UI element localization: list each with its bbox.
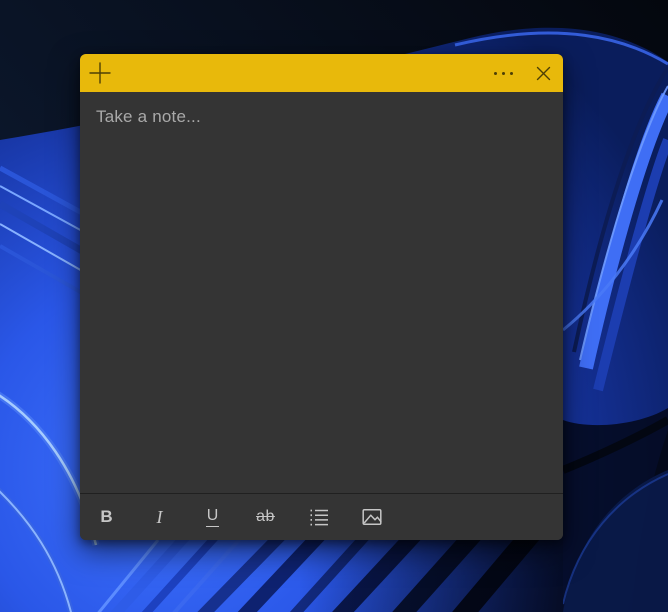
bold-button[interactable]: B (80, 497, 133, 537)
italic-button[interactable]: I (133, 497, 186, 537)
plus-icon (89, 62, 111, 84)
bullet-list-button[interactable] (292, 497, 345, 537)
note-editor[interactable]: Take a note... (80, 92, 563, 493)
desktop: Take a note... B I U ab (0, 0, 668, 612)
image-icon (361, 509, 382, 525)
note-placeholder: Take a note... (96, 107, 201, 126)
new-note-button[interactable] (80, 54, 120, 92)
underline-icon: U (205, 507, 220, 527)
formatting-toolbar: B I U ab (80, 493, 563, 540)
strikethrough-icon: ab (256, 508, 275, 525)
close-note-button[interactable] (523, 54, 563, 92)
bullet-list-icon (310, 509, 328, 526)
titlebar-drag-area[interactable] (120, 54, 483, 92)
menu-button[interactable] (483, 54, 523, 92)
add-image-button[interactable] (345, 497, 398, 537)
note-titlebar[interactable] (80, 54, 563, 92)
underline-button[interactable]: U (186, 497, 239, 537)
italic-icon: I (156, 506, 163, 527)
sticky-note-window: Take a note... B I U ab (80, 54, 563, 540)
strikethrough-button[interactable]: ab (239, 497, 292, 537)
ellipsis-icon (493, 71, 513, 75)
bold-icon: B (100, 507, 113, 526)
close-icon (536, 66, 550, 80)
